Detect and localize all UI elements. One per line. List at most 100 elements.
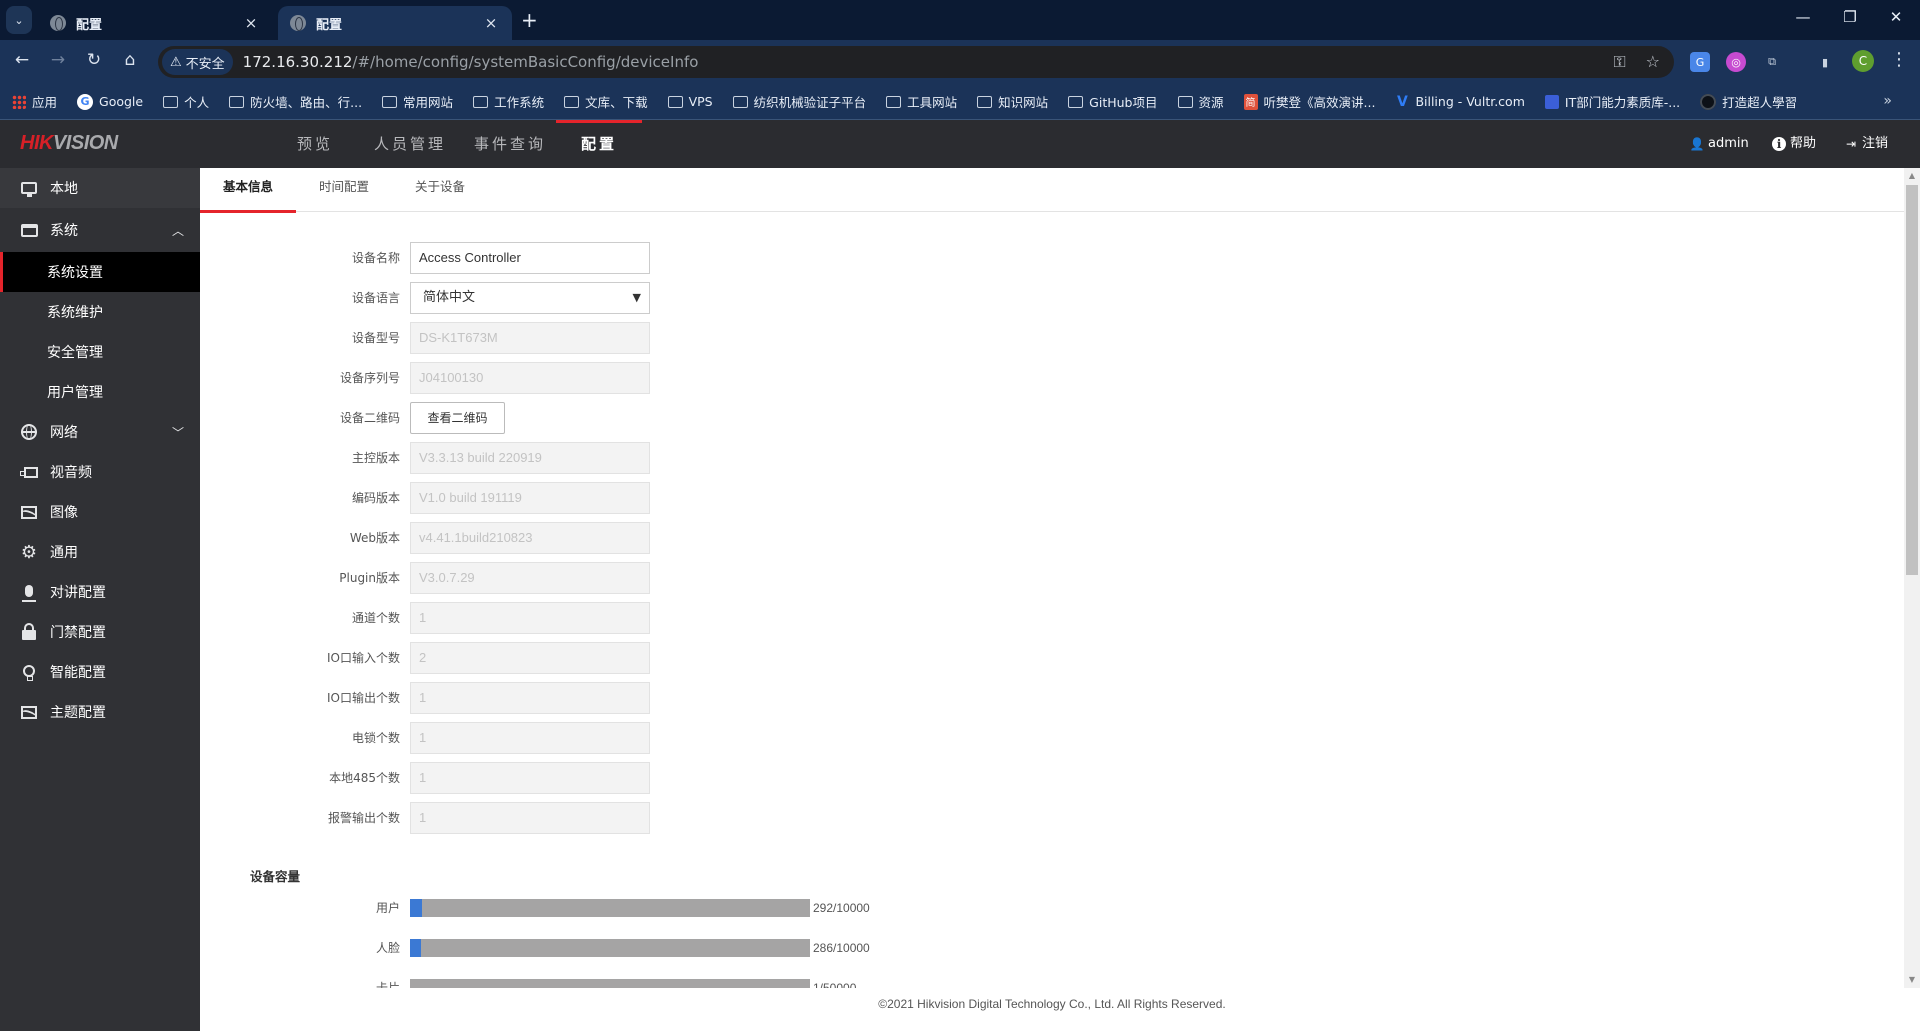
window-icon	[20, 222, 38, 238]
bookmark-item[interactable]: 资源	[1177, 92, 1224, 111]
bookmark-label: GitHub项目	[1089, 95, 1158, 110]
sidebar-item-theme[interactable]: 主题配置	[0, 692, 200, 732]
sidebar-subitem-user-management[interactable]: 用户管理	[0, 372, 200, 412]
form-row-lock-count: 电锁个数 1	[200, 722, 900, 754]
serial-number-label: 设备序列号	[339, 371, 400, 385]
view-qr-code-button[interactable]: 查看二维码	[410, 402, 505, 434]
bookmark-label: 工作系统	[494, 95, 545, 110]
bookmark-label: 个人	[184, 95, 210, 110]
scroll-up-arrow[interactable]: ▲	[1904, 168, 1920, 184]
sidebar-item-label: 网络	[50, 425, 78, 441]
site-security-chip[interactable]: ⚠ 不安全	[162, 49, 233, 75]
bookmark-item[interactable]: IT部门能力素质库-...	[1544, 92, 1680, 111]
bookmark-item[interactable]: 常用网站	[382, 92, 453, 111]
google-translate-extension-icon[interactable]: G	[1690, 52, 1710, 72]
lock-count-label: 电锁个数	[351, 731, 400, 745]
back-button[interactable]: ←	[10, 50, 34, 70]
sidebar-item-network[interactable]: 网络 ﹀	[0, 412, 200, 452]
sidebar-item-label: 智能配置	[50, 665, 106, 681]
browser-tab-1[interactable]: 配置 ×	[38, 6, 272, 40]
web-version-label: Web版本	[349, 531, 400, 545]
sidebar-item-local[interactable]: 本地	[0, 168, 200, 208]
sidebar-subitem-system-settings[interactable]: 系统设置	[0, 252, 200, 292]
profile-avatar[interactable]: C	[1852, 50, 1874, 72]
side-panel-icon[interactable]: ▮	[1815, 52, 1835, 72]
bookmark-item[interactable]: VPS	[667, 94, 713, 109]
bookmarks-overflow-button[interactable]: »	[1883, 93, 1892, 109]
sidebar-item-system[interactable]: 系统 ︿	[0, 208, 200, 252]
user-menu[interactable]: 👤 admin	[1690, 120, 1749, 168]
tab-search-button[interactable]: ⌄	[6, 6, 32, 34]
scroll-thumb[interactable]	[1906, 185, 1918, 575]
apps-grid-icon	[12, 94, 26, 109]
nav-person-management[interactable]: 人员管理	[355, 120, 465, 168]
bookmark-star-icon[interactable]: ☆	[1646, 52, 1660, 72]
sidebar-subitem-system-maintenance[interactable]: 系统维护	[0, 292, 200, 332]
close-window-button[interactable]: ✕	[1873, 8, 1919, 26]
bookmark-item[interactable]: 个人	[163, 92, 209, 111]
sidebar-item-intercom[interactable]: 对讲配置	[0, 572, 200, 612]
bookmark-item[interactable]: 文库、下载	[564, 92, 648, 111]
encode-version-label: 编码版本	[351, 491, 400, 505]
nav-preview[interactable]: 预览	[270, 120, 360, 168]
nav-configuration[interactable]: 配置	[556, 120, 642, 168]
password-key-icon[interactable]: ⚿	[1613, 52, 1625, 72]
device-name-input[interactable]: Access Controller	[410, 242, 650, 274]
bookmark-label: 防火墙、路由、行...	[250, 95, 363, 110]
tab-time-config[interactable]: 时间配置	[296, 168, 392, 212]
plugin-version-label: Plugin版本	[339, 571, 400, 585]
device-language-select[interactable]: 简体中文 ▼	[410, 282, 650, 314]
bookmark-item[interactable]: V Billing - Vultr.com	[1395, 93, 1525, 110]
bookmark-item[interactable]: GitHub项目	[1068, 92, 1158, 111]
vertical-scrollbar[interactable]: ▲ ▼	[1904, 168, 1920, 988]
bookmark-item[interactable]: G Google	[77, 93, 143, 110]
lightbulb-icon	[20, 664, 38, 681]
scroll-down-arrow[interactable]: ▼	[1904, 972, 1920, 988]
browser-menu-icon[interactable]: ⋮	[1890, 49, 1908, 70]
close-tab-icon[interactable]: ×	[482, 14, 500, 32]
sidebar-item-access-control[interactable]: 门禁配置	[0, 612, 200, 652]
new-tab-button[interactable]: +	[521, 8, 538, 32]
lock-count-field: 1	[410, 722, 650, 754]
home-button[interactable]: ⌂	[118, 50, 142, 70]
folder-icon	[229, 95, 245, 108]
bookmark-item[interactable]: 知识网站	[977, 92, 1048, 111]
bookmark-item[interactable]: 防火墙、路由、行...	[229, 92, 362, 111]
bookmark-item[interactable]: 应用	[12, 92, 57, 111]
address-bar[interactable]: ⚠ 不安全 172.16.30.212/#/home/config/system…	[158, 46, 1674, 78]
nav-event-search[interactable]: 事件查询	[455, 120, 565, 168]
help-button[interactable]: ℹ 帮助	[1772, 120, 1816, 168]
sidebar-subitem-security-management[interactable]: 安全管理	[0, 332, 200, 372]
minimize-button[interactable]: —	[1780, 8, 1826, 26]
bookmark-item[interactable]: 纺织机械验证子平台	[732, 92, 867, 111]
main-content: 基本信息 时间配置 关于设备 设备名称 Access Controller 设备…	[200, 168, 1904, 988]
hikvision-logo: HIKVISION	[20, 132, 118, 155]
globe-icon	[50, 15, 66, 31]
sidebar-item-image[interactable]: 图像	[0, 492, 200, 532]
bookmark-item[interactable]: 工作系统	[473, 92, 544, 111]
restore-button[interactable]: ❐	[1827, 8, 1873, 26]
bookmark-label: 纺织机械验证子平台	[753, 95, 867, 110]
logout-button[interactable]: ⇥ 注销	[1844, 120, 1888, 168]
sidebar-item-smart[interactable]: 智能配置	[0, 652, 200, 692]
folder-icon	[564, 95, 580, 108]
bookmark-item[interactable]: 打造超人學習	[1700, 92, 1797, 111]
bookmark-label: 打造超人學習	[1722, 95, 1798, 110]
tab-about-device[interactable]: 关于设备	[392, 168, 488, 212]
sidebar-item-video-audio[interactable]: 视音频	[0, 452, 200, 492]
forward-button[interactable]: →	[46, 50, 70, 70]
bookmark-item[interactable]: 简听樊登《高效演讲...	[1243, 92, 1375, 111]
browser-tab-2-active[interactable]: 配置 ×	[278, 6, 512, 40]
color-ring-extension-icon[interactable]: ◎	[1726, 52, 1746, 72]
io-input-count-label: IO口输入个数	[327, 651, 400, 665]
url-text[interactable]: 172.16.30.212/#/home/config/systemBasicC…	[243, 53, 699, 71]
tab-basic-info[interactable]: 基本信息	[200, 168, 296, 213]
footer-copyright: ©2021 Hikvision Digital Technology Co., …	[200, 988, 1904, 1031]
extensions-puzzle-icon[interactable]: ⧉	[1762, 52, 1782, 72]
close-tab-icon[interactable]: ×	[242, 14, 260, 32]
sidebar-item-general[interactable]: ⚙ 通用	[0, 532, 200, 572]
vultr-icon: V	[1397, 93, 1408, 110]
bookmark-item[interactable]: 工具网站	[886, 92, 957, 111]
reload-button[interactable]: ↻	[82, 50, 106, 70]
gear-icon: ⚙	[20, 541, 38, 563]
